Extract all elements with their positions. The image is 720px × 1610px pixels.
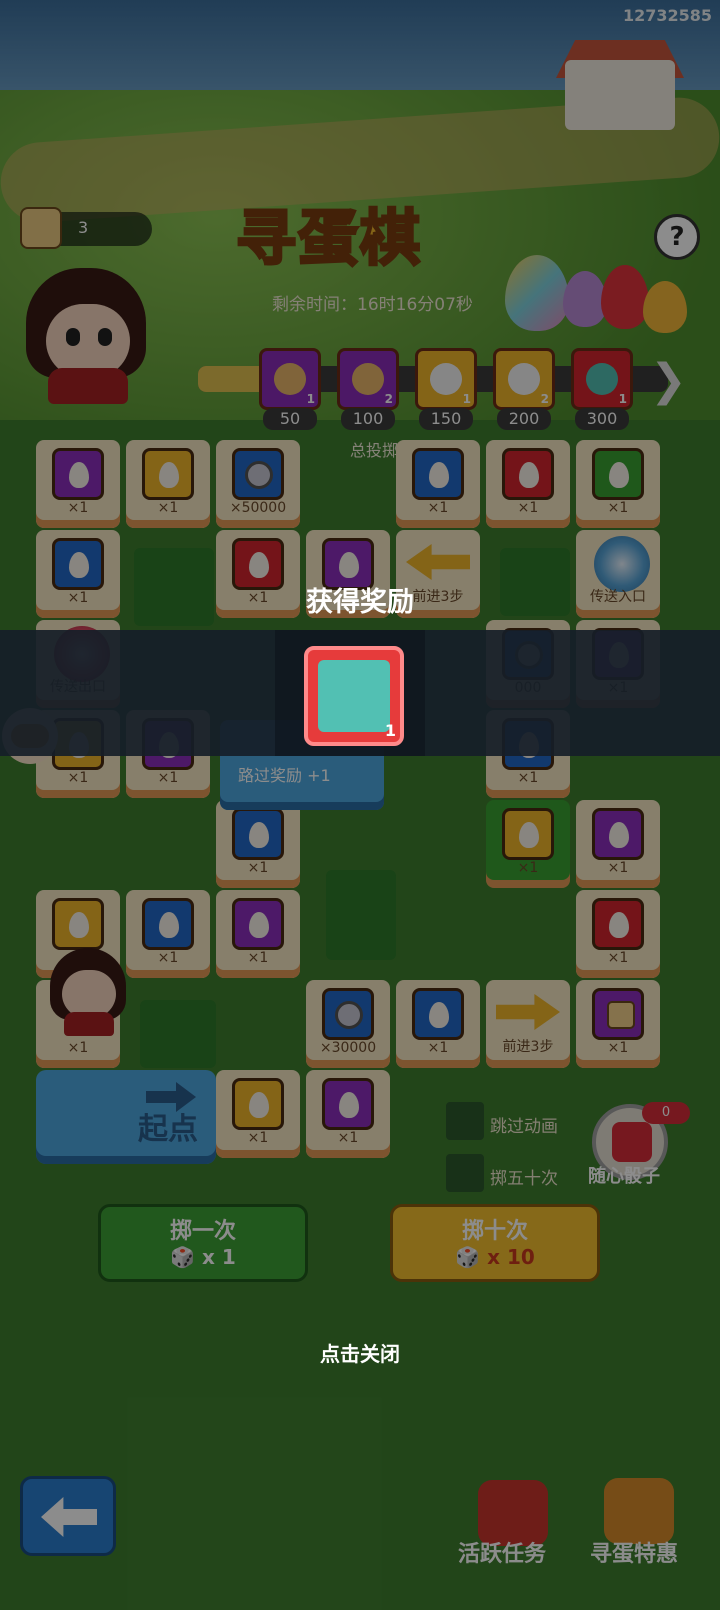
reward-count: 1 — [384, 721, 396, 740]
tap-to-close-hint[interactable]: 点击关闭 — [0, 1338, 720, 1367]
dragon-icon — [318, 660, 390, 732]
reward-item[interactable]: 1 — [304, 646, 404, 746]
reward-title: 获得奖励 — [306, 587, 414, 618]
modal-dim-overlay[interactable] — [0, 0, 720, 1610]
